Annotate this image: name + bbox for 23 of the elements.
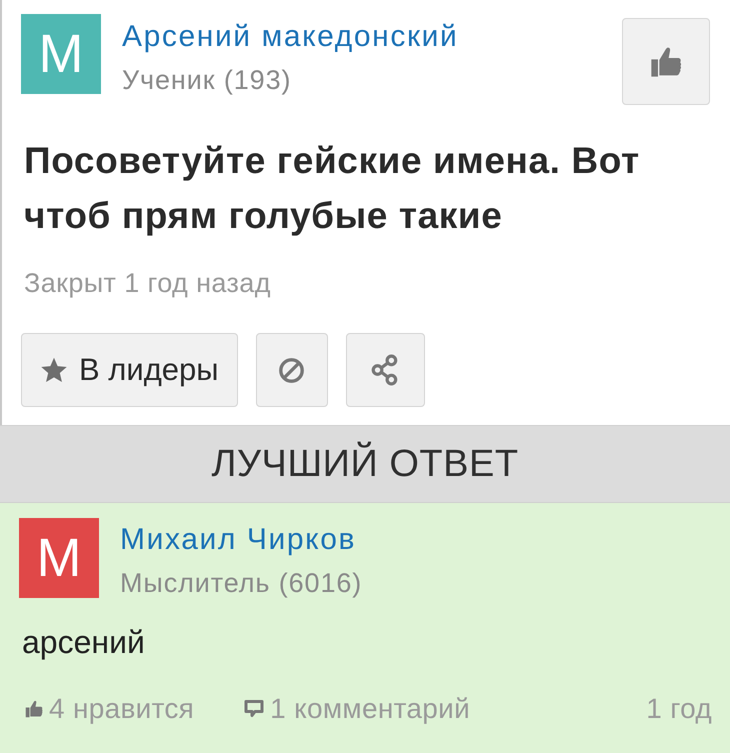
question-status: Закрыт 1 год назад [24,267,272,300]
comment-icon [244,699,264,719]
comments-count[interactable]: 1 комментарий [270,692,470,726]
share-icon [371,354,400,386]
best-answer-header: ЛУЧШИЙ ОТВЕТ [0,425,730,503]
prohibited-icon [278,356,306,384]
thumbs-up-icon [650,44,682,78]
leaders-button[interactable]: В лидеры [21,333,238,407]
like-button[interactable] [622,18,710,105]
star-icon [40,356,68,384]
thumbs-up-icon [25,700,43,718]
share-button[interactable] [346,333,425,407]
answer-time: 1 год [646,692,712,726]
block-button[interactable] [256,333,328,407]
avatar-tile: M [19,518,99,598]
likes-count[interactable]: 4 нравится [49,692,194,726]
question-title: Посоветуйте гейские имена. Вот чтоб прям голубые такие [24,139,641,238]
author-rank: Ученик (193) [122,64,292,97]
author-name[interactable]: Михаил Чирков [120,520,362,560]
answer-text: арсений [22,623,146,662]
avatar-tile: M [21,14,101,94]
author-name[interactable]: Арсений македонский [122,17,458,57]
author-rank: Мыслитель (6016) [120,567,362,600]
